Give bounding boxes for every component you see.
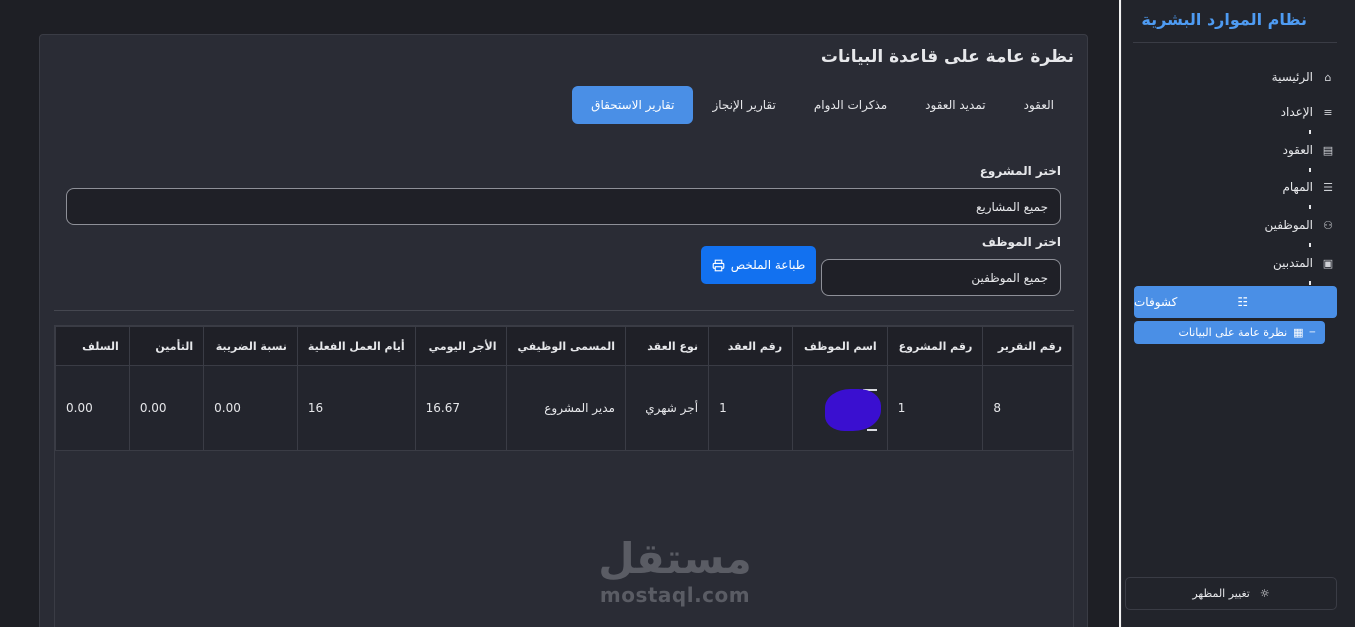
print-summary-label: طباعة الملخص bbox=[730, 258, 806, 272]
nav-dot bbox=[1309, 281, 1311, 285]
printer-icon bbox=[712, 259, 725, 271]
nav-dot bbox=[1309, 130, 1311, 134]
sidebar-item-reports[interactable]: كشوفات ☷ bbox=[1134, 286, 1337, 318]
column-header[interactable]: اسم الموظف bbox=[792, 326, 888, 366]
cell-contract-number: 1 bbox=[708, 365, 794, 451]
sidebar-item-trainees[interactable]: ▣ المتدبين bbox=[1273, 252, 1335, 274]
cell-insurance: 0.00 bbox=[128, 365, 205, 451]
sidebar-item-contracts[interactable]: ▤ العقود bbox=[1283, 139, 1335, 161]
cell-contract-type: أجر شهري bbox=[624, 365, 710, 451]
tabs: العقود تمديد العقود مذكرات الدوام تقارير… bbox=[572, 86, 1073, 124]
card-divider bbox=[54, 310, 1074, 311]
employee-label: اختر الموظف bbox=[981, 235, 1061, 249]
sun-icon: ☼ bbox=[1259, 587, 1270, 600]
tab-attendance-notes[interactable]: مذكرات الدوام bbox=[795, 86, 906, 124]
sidebar-divider bbox=[1133, 42, 1337, 43]
home-icon: ⌂ bbox=[1324, 70, 1332, 84]
dash-icon: ─ bbox=[1309, 327, 1315, 338]
sidebar-item-label: الإعداد bbox=[1280, 105, 1313, 119]
cell-report-number: 8 bbox=[982, 365, 1073, 451]
theme-toggle-label: تغيير المظهر bbox=[1192, 587, 1250, 600]
sidebar-item-label: المتدبين bbox=[1273, 256, 1313, 270]
employee-select[interactable]: جميع الموظفين bbox=[821, 259, 1061, 296]
column-header[interactable]: نسبة الضريبة bbox=[203, 326, 298, 366]
cell-actual-days: 16 bbox=[296, 365, 416, 451]
mostaql-watermark: مستقل mostaql.com bbox=[555, 534, 795, 608]
column-header[interactable]: أيام العمل الفعلية bbox=[296, 326, 416, 366]
column-header[interactable]: الأجر اليومي bbox=[414, 326, 508, 366]
column-header[interactable]: التأمين bbox=[128, 326, 205, 366]
sidebar-item-label: العقود bbox=[1282, 143, 1313, 157]
column-header[interactable]: رقم المشروع bbox=[886, 326, 984, 366]
project-label: اختر المشروع bbox=[979, 164, 1061, 178]
nav-dot bbox=[1309, 243, 1311, 247]
sidebar-item-settings[interactable]: ≡ الإعداد bbox=[1281, 101, 1335, 123]
column-header[interactable]: المسمى الوظيفي bbox=[506, 326, 626, 366]
column-header[interactable]: رقم العقد bbox=[708, 326, 794, 366]
table-header-row: رقم التقرير رقم المشروع اسم الموظف رقم ا… bbox=[55, 326, 1073, 366]
tab-contract-extensions[interactable]: تمديد العقود bbox=[906, 86, 1004, 124]
sidebar: نظام الموارد البشرية ⌂ الرئيسية ≡ الإعدا… bbox=[1121, 0, 1355, 627]
table-row[interactable]: 8 1 1 أجر شهري مدير المشروع 16.67 16 0.0… bbox=[55, 365, 1073, 451]
file-icon: ▤ bbox=[1322, 143, 1334, 157]
list-icon: ☰ bbox=[1323, 180, 1333, 194]
sidebar-item-label: الموظفين bbox=[1264, 218, 1313, 232]
theme-toggle-button[interactable]: ☼ تغيير المظهر bbox=[1125, 577, 1337, 610]
sidebar-item-employees[interactable]: ⚇ الموظفين bbox=[1264, 214, 1335, 236]
cell-advances: 0.00 bbox=[55, 365, 130, 451]
users-icon: ⚇ bbox=[1323, 218, 1333, 232]
sidebar-item-home[interactable]: ⌂ الرئيسية bbox=[1272, 66, 1335, 88]
cell-project-number: 1 bbox=[886, 365, 984, 451]
cell-tax-rate: 0.00 bbox=[203, 365, 298, 451]
column-header[interactable]: رقم التقرير bbox=[982, 326, 1073, 366]
project-select-value: جميع المشاريع bbox=[976, 199, 1048, 214]
table-icon: ▦ bbox=[1293, 326, 1304, 339]
sidebar-item-tasks[interactable]: ☰ المهام bbox=[1282, 176, 1335, 198]
database-icon: ☷ bbox=[1237, 295, 1249, 309]
sidebar-item-label: الرئيسية bbox=[1271, 70, 1313, 84]
data-table: رقم التقرير رقم المشروع اسم الموظف رقم ا… bbox=[55, 326, 1073, 451]
column-header[interactable]: السلف bbox=[55, 326, 130, 366]
watermark-arabic: مستقل bbox=[598, 534, 752, 583]
watermark-latin: mostaql.com bbox=[599, 583, 751, 607]
app-title: نظام الموارد البشرية bbox=[1141, 10, 1307, 29]
tab-achievement-reports[interactable]: تقارير الإنجاز bbox=[693, 86, 794, 124]
sidebar-item-label: كشوفات bbox=[1134, 295, 1178, 309]
page-title: نظرة عامة على قاعدة البيانات bbox=[820, 47, 1074, 67]
sidebar-item-label: المهام bbox=[1282, 180, 1313, 194]
nav-dot bbox=[1309, 205, 1311, 209]
column-header[interactable]: نوع العقد bbox=[624, 326, 710, 366]
cell-daily-wage: 16.67 bbox=[414, 365, 508, 451]
cell-employee-name bbox=[792, 365, 888, 451]
nav-dot bbox=[1309, 168, 1311, 172]
redacted-name bbox=[819, 381, 881, 433]
sidebar-subitem-data-overview[interactable]: ─ ▦ نظرة عامة على البيانات bbox=[1134, 321, 1325, 344]
sliders-icon: ≡ bbox=[1323, 105, 1333, 119]
employee-select-value: جميع الموظفين bbox=[971, 270, 1048, 285]
cell-job-title: مدير المشروع bbox=[506, 365, 626, 451]
project-select[interactable]: جميع المشاريع bbox=[66, 188, 1061, 225]
tab-entitlement-reports[interactable]: تقارير الاستحقاق bbox=[572, 86, 694, 124]
tab-contracts[interactable]: العقود bbox=[1005, 86, 1073, 124]
sidebar-subitem-label: نظرة عامة على البيانات bbox=[1178, 326, 1288, 339]
print-summary-button[interactable]: طباعة الملخص bbox=[701, 246, 816, 284]
user-card-icon: ▣ bbox=[1322, 256, 1334, 270]
